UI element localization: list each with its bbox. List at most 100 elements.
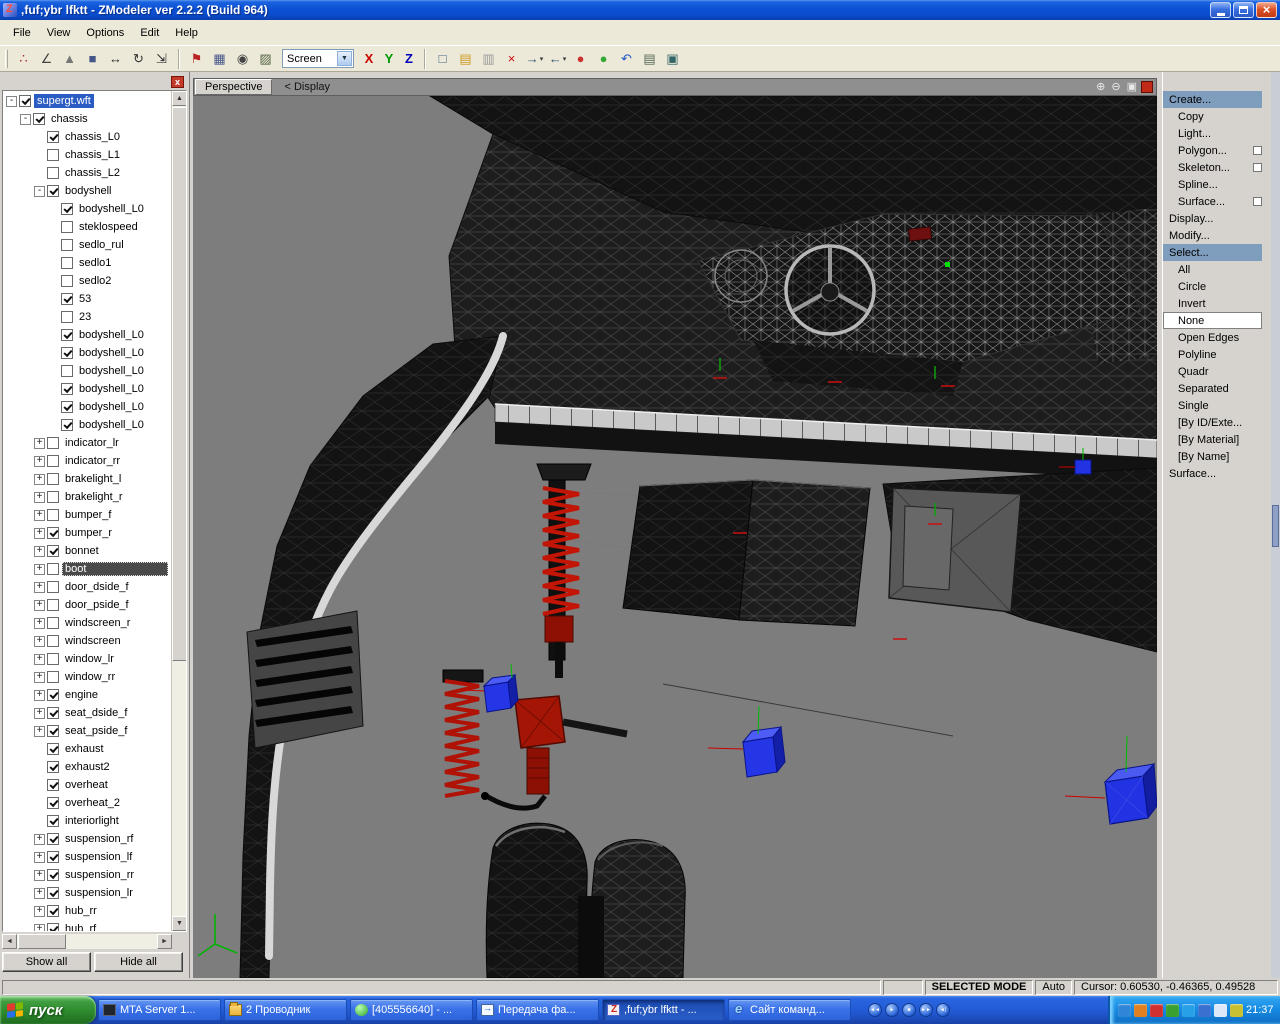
combo-dropdown-icon[interactable]: ▼ [337,51,352,66]
command-single[interactable]: Single [1163,397,1262,414]
visibility-checkbox[interactable] [61,329,73,341]
visibility-checkbox[interactable] [47,887,59,899]
polygon-mode-icon[interactable]: ▲ [58,48,81,69]
new-file-icon[interactable]: □ [431,48,454,69]
command-by-material[interactable]: [By Material] [1163,431,1262,448]
expand-icon[interactable]: + [34,654,45,665]
tree-item-sedlo2[interactable]: sedlo2 [3,272,170,290]
command-polygon[interactable]: Polygon... [1163,142,1262,159]
visibility-checkbox[interactable] [47,707,59,719]
panel-close-icon[interactable]: x [171,76,184,88]
tree-item-bodyshell_L0[interactable]: bodyshell_L0 [3,200,170,218]
minimize-button[interactable] [1210,2,1231,18]
visibility-checkbox[interactable] [19,95,31,107]
visibility-checkbox[interactable] [61,311,73,323]
tree-item-window_lr[interactable]: +window_lr [3,650,170,668]
tree-item-bodyshell_L0[interactable]: bodyshell_L0 [3,380,170,398]
expand-icon[interactable]: + [34,924,45,932]
visibility-checkbox[interactable] [47,869,59,881]
taskbar-task-4[interactable]: Передача фа... [476,999,599,1021]
visibility-checkbox[interactable] [61,203,73,215]
visibility-checkbox[interactable] [61,239,73,251]
command-circle[interactable]: Circle [1163,278,1262,295]
tree-item-sedlo_rul[interactable]: sedlo_rul [3,236,170,254]
tree-item-door_dside_f[interactable]: +door_dside_f [3,578,170,596]
menu-help[interactable]: Help [167,23,206,43]
expand-icon[interactable]: + [34,438,45,449]
tree-item-suspension_rr[interactable]: +suspension_rr [3,866,170,884]
visibility-checkbox[interactable] [61,419,73,431]
visibility-checkbox[interactable] [47,617,59,629]
tree-item-overheat_2[interactable]: overheat_2 [3,794,170,812]
axis-x-button[interactable]: X [359,49,379,69]
expand-icon[interactable]: + [34,474,45,485]
start-button[interactable]: пуск [0,996,96,1024]
expand-icon[interactable]: + [34,690,45,701]
tree-item-windscreen_r[interactable]: +windscreen_r [3,614,170,632]
visibility-checkbox[interactable] [47,671,59,683]
visibility-checkbox[interactable] [61,365,73,377]
visibility-checkbox[interactable] [61,293,73,305]
visibility-checkbox[interactable] [47,527,59,539]
visibility-checkbox[interactable] [47,923,59,931]
expand-icon[interactable]: + [34,618,45,629]
taskbar-task-1[interactable]: MTA Server 1... [98,999,221,1021]
tab-perspective[interactable]: Perspective [195,79,272,95]
menu-options[interactable]: Options [78,23,132,43]
expand-icon[interactable]: + [34,708,45,719]
scale-tool-icon[interactable]: ⇲ [150,48,173,69]
command-create[interactable]: Create... [1163,91,1262,108]
background-image-icon[interactable]: ▨ [254,48,277,69]
import-icon-dropdown[interactable]: ▾ [563,55,567,63]
torrent-client-icon[interactable] [1166,1004,1179,1017]
expand-icon[interactable]: + [34,600,45,611]
tree-item-bonnet[interactable]: +bonnet [3,542,170,560]
visibility-checkbox[interactable] [47,509,59,521]
visibility-checkbox[interactable] [61,221,73,233]
command-skeleton[interactable]: Skeleton... [1163,159,1262,176]
command-quadr[interactable]: Quadr [1163,363,1262,380]
clock[interactable]: 21:37 [1246,1004,1277,1016]
camera-view-icon[interactable]: ◉ [231,48,254,69]
hidden-icons-chevron-icon[interactable] [1118,1004,1131,1017]
command-separated[interactable]: Separated [1163,380,1262,397]
command-copy[interactable]: Copy [1163,108,1262,125]
status-auto[interactable]: Auto [1035,980,1072,995]
visibility-checkbox[interactable] [47,167,59,179]
command-invert[interactable]: Invert [1163,295,1262,312]
tree-item-chassis_L1[interactable]: chassis_L1 [3,146,170,164]
visibility-checkbox[interactable] [47,689,59,701]
open-file-icon[interactable]: ▤ [454,48,477,69]
scroll-thumb[interactable] [172,107,187,661]
tree-item-supergt.wft[interactable]: -supergt.wft [3,92,170,110]
tree-item-hub_rf[interactable]: +hub_rf [3,920,170,931]
command-surface[interactable]: Surface... [1163,465,1262,482]
expand-icon[interactable]: + [34,546,45,557]
display-mode-label[interactable]: < Display [284,81,330,93]
tree-item-brakelight_r[interactable]: +brakelight_r [3,488,170,506]
visibility-checkbox[interactable] [47,599,59,611]
tree-item-bodyshell_L0[interactable]: bodyshell_L0 [3,398,170,416]
visibility-checkbox[interactable] [47,779,59,791]
collapse-icon[interactable]: - [34,186,45,197]
tree-vertical-scrollbar[interactable]: ▲ ▼ [171,91,186,931]
visibility-checkbox[interactable] [47,653,59,665]
toolbar-grip[interactable] [5,50,8,68]
media-stop-button[interactable]: ■ [902,1003,916,1017]
tree-item-boot[interactable]: +boot [3,560,170,578]
tree-item-seat_pside_f[interactable]: +seat_pside_f [3,722,170,740]
tree-item-bumper_r[interactable]: +bumper_r [3,524,170,542]
vertex-mode-icon[interactable]: ∴ [12,48,35,69]
maximize-view-icon[interactable]: ▣ [1127,82,1137,93]
expand-icon[interactable]: + [34,870,45,881]
move-tool-icon[interactable]: ↔ [104,48,127,69]
visibility-checkbox[interactable] [47,563,59,575]
object-mode-icon[interactable]: ■ [81,48,104,69]
expand-icon[interactable]: + [34,852,45,863]
tree-item-suspension_lr[interactable]: +suspension_lr [3,884,170,902]
tree-item-suspension_lf[interactable]: +suspension_lf [3,848,170,866]
command-spline[interactable]: Spline... [1163,176,1262,193]
visibility-checkbox[interactable] [61,383,73,395]
rotate-tool-icon[interactable]: ↻ [127,48,150,69]
export-icon[interactable]: →▾ [523,48,546,69]
